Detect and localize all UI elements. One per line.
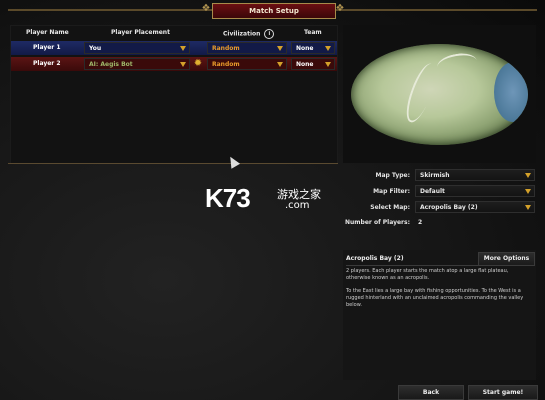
number-of-players-label: Number of Players:	[344, 219, 410, 226]
map-description-title: Acropolis Bay (2)	[346, 255, 404, 262]
header-civilization-label: Civilization	[223, 30, 261, 38]
select-map-dropdown[interactable]: Acropolis Bay (2)	[415, 201, 535, 213]
chevron-down-icon	[525, 205, 531, 210]
back-button[interactable]: Back	[398, 385, 464, 400]
watermark-logo: K73	[205, 183, 251, 213]
ai-config-gear-icon[interactable]: ✹	[192, 58, 204, 70]
number-of-players-value: 2	[418, 219, 423, 226]
header-team: Team	[304, 29, 322, 36]
team-value: None	[296, 61, 314, 68]
placement-dropdown[interactable]: You	[84, 42, 190, 54]
map-preview-image	[351, 44, 528, 145]
player-name: Player 1	[33, 44, 61, 51]
watermark: K73 游戏之家 .com	[205, 183, 345, 215]
table-row: Player 1 You Random None	[11, 41, 337, 55]
table-row: Player 2 AI: Aegis Bot ✹ Random None	[11, 57, 337, 71]
select-map-value: Acropolis Bay (2)	[420, 204, 478, 211]
map-road	[401, 60, 441, 126]
map-filter-value: Default	[420, 188, 445, 195]
civilization-dropdown[interactable]: Random	[207, 42, 287, 54]
start-game-button[interactable]: Start game!	[468, 385, 538, 400]
chevron-down-icon	[180, 46, 186, 51]
map-description-text: 2 players. Each player starts the match …	[346, 268, 528, 315]
info-icon[interactable]: i	[264, 29, 275, 39]
team-dropdown[interactable]: None	[291, 58, 335, 70]
team-dropdown[interactable]: None	[291, 42, 335, 54]
more-options-button[interactable]: More Options	[478, 252, 535, 266]
map-water	[494, 62, 528, 122]
map-road	[435, 50, 479, 78]
title-ornament-left-icon: ❖	[201, 3, 211, 14]
map-description-panel: Acropolis Bay (2) More Options 2 players…	[343, 250, 536, 380]
watermark-com: .com	[285, 200, 310, 211]
chevron-down-icon	[325, 62, 331, 67]
match-setup-screen: ❖ Match Setup ❖ Player Name Player Place…	[0, 0, 545, 400]
civilization-value: Random	[212, 45, 240, 52]
map-type-label: Map Type:	[375, 172, 410, 179]
chevron-down-icon	[525, 173, 531, 178]
placement-dropdown[interactable]: AI: Aegis Bot	[84, 58, 190, 70]
section-divider	[8, 163, 338, 164]
description-divider	[346, 265, 533, 266]
header-player-name: Player Name	[26, 29, 69, 36]
description-paragraph: 2 players. Each player starts the match …	[346, 268, 509, 281]
chevron-down-icon	[277, 46, 283, 51]
placement-value: You	[89, 45, 102, 52]
chevron-down-icon	[180, 62, 186, 67]
chevron-down-icon	[325, 46, 331, 51]
select-map-label: Select Map:	[370, 204, 410, 211]
player-table: Player Name Player Placement Civilizatio…	[10, 25, 338, 164]
map-filter-label: Map Filter:	[373, 188, 410, 195]
player-name: Player 2	[33, 60, 61, 67]
map-type-dropdown[interactable]: Skirmish	[415, 169, 535, 181]
header-civilization: Civilization i	[223, 29, 275, 39]
map-preview	[343, 25, 536, 163]
title-ornament-right-icon: ❖	[335, 3, 345, 14]
team-value: None	[296, 45, 314, 52]
chevron-down-icon	[277, 62, 283, 67]
description-paragraph: To the East lies a large bay with fishin…	[346, 288, 524, 308]
page-title: Match Setup	[212, 3, 336, 19]
civilization-value: Random	[212, 61, 240, 68]
map-filter-dropdown[interactable]: Default	[415, 185, 535, 197]
civilization-dropdown[interactable]: Random	[207, 58, 287, 70]
title-bar: ❖ Match Setup ❖	[0, 0, 545, 22]
map-type-value: Skirmish	[420, 172, 450, 179]
placement-value: AI: Aegis Bot	[89, 61, 133, 68]
header-player-placement: Player Placement	[111, 29, 170, 36]
chevron-down-icon	[525, 189, 531, 194]
